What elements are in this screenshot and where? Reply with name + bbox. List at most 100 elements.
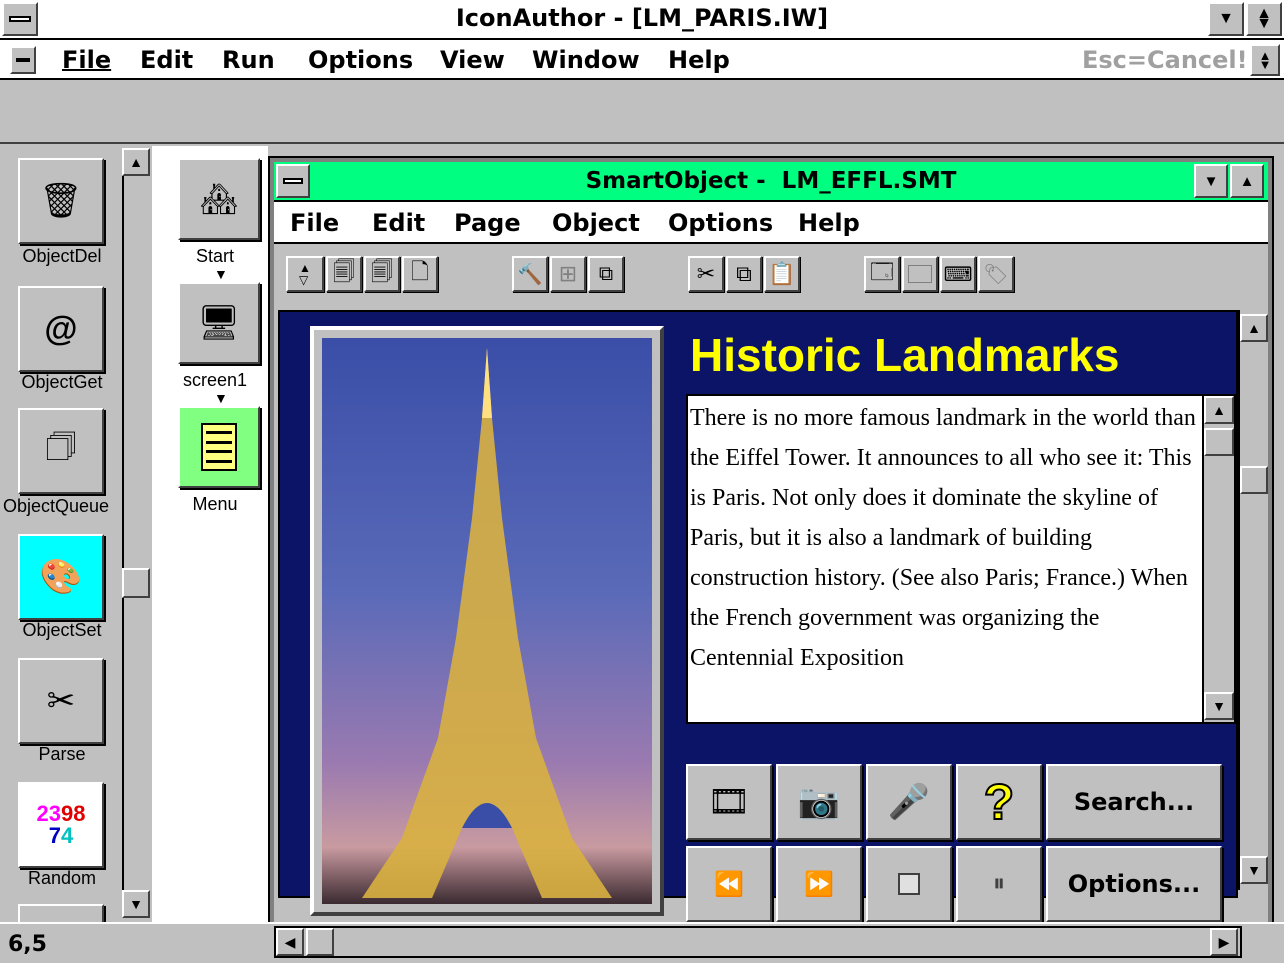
- scroll-up-button[interactable]: ▲: [1204, 396, 1234, 424]
- copy-button[interactable]: ⧉: [726, 256, 762, 292]
- paste-button[interactable]: 📋: [764, 256, 800, 292]
- palette-label: Parse: [38, 744, 86, 764]
- up-arrow-icon: ▲: [1212, 402, 1226, 418]
- content-heading: Historic Landmarks: [690, 329, 1120, 381]
- rewind-button[interactable]: ⏪: [686, 846, 772, 922]
- grid-disabled-button[interactable]: ⊞: [550, 256, 586, 292]
- flow-menu-node[interactable]: [178, 406, 260, 488]
- scroll-thumb[interactable]: [122, 568, 150, 598]
- stop-media-button[interactable]: [866, 846, 952, 922]
- scroll-thumb[interactable]: [1204, 428, 1234, 456]
- so-menu-edit[interactable]: Edit: [372, 209, 425, 237]
- scroll-left-button[interactable]: ◀: [276, 928, 304, 956]
- microphone-button[interactable]: 🎤: [866, 764, 952, 840]
- smartobject-vscrollbar[interactable]: ▲ ▼: [1238, 310, 1268, 890]
- object-tools-button[interactable]: 🔨: [512, 256, 548, 292]
- new-page-button[interactable]: 🗋: [402, 256, 438, 292]
- keyboard-button[interactable]: ⌨: [940, 256, 976, 292]
- microphone-icon: 🎤: [887, 783, 931, 821]
- restore-icon: ▲ ▼: [1258, 48, 1272, 72]
- search-button[interactable]: Search...: [1046, 764, 1222, 840]
- pause-button[interactable]: ⏸: [956, 846, 1042, 922]
- scroll-down-button[interactable]: ▼: [1240, 856, 1268, 884]
- palette-next-button[interactable]: [18, 904, 104, 924]
- scroll-down-button[interactable]: ▼: [122, 890, 150, 918]
- fast-forward-button[interactable]: ⏩: [776, 846, 862, 922]
- blank-icon: [908, 265, 932, 283]
- film-reel-button[interactable]: 🎞: [686, 764, 772, 840]
- menu-file[interactable]: File: [62, 46, 111, 74]
- arrange-button[interactable]: ⧉: [588, 256, 624, 292]
- minimize-button[interactable]: ▼: [1208, 2, 1244, 36]
- doc-restore-button[interactable]: ▲ ▼: [1250, 44, 1280, 76]
- document-system-menu-button[interactable]: [10, 46, 36, 74]
- copy-icon: ⧉: [736, 261, 752, 286]
- so-menu-page[interactable]: Page: [454, 209, 521, 237]
- menu-run[interactable]: Run: [222, 46, 275, 74]
- duplicate-page-button[interactable]: 🗐: [364, 256, 400, 292]
- flow-screen1-node[interactable]: 🖥: [178, 282, 260, 364]
- main-toolbar: + − 🏃 🏃 STOP 🔍 ? @ ⊞ 📋 🗑: [0, 82, 1284, 206]
- menu-view[interactable]: View: [440, 46, 505, 74]
- content-text-box: There is no more famous landmark in the …: [686, 394, 1236, 724]
- status-coordinates: 6,5: [8, 932, 47, 957]
- paste-icon: 📋: [768, 261, 796, 286]
- menu-edit[interactable]: Edit: [140, 46, 193, 74]
- properties-button[interactable]: 🗔: [864, 256, 900, 292]
- down-arrow-icon: ▼: [1212, 698, 1226, 714]
- down-arrow-icon: ▼: [1203, 172, 1219, 190]
- palette-objectset-button[interactable]: 🎨: [18, 534, 104, 620]
- scroll-thumb[interactable]: [1240, 466, 1268, 494]
- duplicate-pages-icon: 🗐: [371, 259, 393, 284]
- camera-icon: 📷: [797, 783, 841, 821]
- stop-square-icon: [898, 873, 920, 895]
- camera-button[interactable]: 📷: [776, 764, 862, 840]
- menu-options[interactable]: Options: [308, 46, 413, 74]
- palette-random-button[interactable]: 2398 74: [18, 782, 104, 868]
- so-menu-help[interactable]: Help: [798, 209, 860, 237]
- restore-button[interactable]: ▲ ▼: [1246, 2, 1282, 36]
- palette-objectdel-button[interactable]: 🗑: [18, 158, 104, 244]
- palette-scrollbar[interactable]: ▲ ▼: [122, 148, 150, 918]
- doc-system-menu-icon: [16, 58, 30, 62]
- smartobject-menu-bar: File Edit Page Object Options Help: [274, 202, 1268, 244]
- cut-button[interactable]: ✂: [688, 256, 724, 292]
- palette-label: ObjectDel: [22, 246, 102, 266]
- main-hscrollbar[interactable]: ◀ ▶: [274, 926, 1242, 958]
- down-arrow-icon: ▼: [1218, 10, 1234, 27]
- scroll-up-button[interactable]: ▲: [1240, 314, 1268, 342]
- scroll-right-button[interactable]: ▶: [1210, 928, 1238, 956]
- menu-window[interactable]: Window: [532, 46, 640, 74]
- copy-page-button[interactable]: 🗐: [326, 256, 362, 292]
- help-question-button[interactable]: ?: [956, 764, 1042, 840]
- options-button[interactable]: Options...: [1046, 846, 1222, 922]
- smartobject-minimize-button[interactable]: ▼: [1194, 164, 1228, 198]
- palette-objectget-button[interactable]: @: [18, 286, 104, 372]
- palette-label: Random: [27, 868, 97, 888]
- smartobject-maximize-button[interactable]: ▲: [1230, 164, 1264, 198]
- blank-disabled-button[interactable]: [902, 256, 938, 292]
- pause-icon: ⏸: [993, 870, 1005, 897]
- up-arrow-icon: ▲: [1247, 320, 1261, 336]
- flow-start-node[interactable]: 🏘: [178, 158, 260, 240]
- tag-disabled-button[interactable]: 🏷: [978, 256, 1014, 292]
- scroll-thumb[interactable]: [306, 928, 334, 956]
- page-up-down-button[interactable]: ▲ ▽: [286, 256, 324, 292]
- scroll-up-button[interactable]: ▲: [122, 148, 150, 176]
- so-menu-object[interactable]: Object: [552, 209, 640, 237]
- grid-disabled-icon: ⊞: [558, 261, 578, 286]
- palette-parse-button[interactable]: ✂: [18, 658, 104, 744]
- up-down-arrows-icon: ▲ ▽: [299, 261, 311, 287]
- palette-objectqueue-button[interactable]: 🗇: [18, 408, 104, 494]
- text-scrollbar[interactable]: ▲ ▼: [1202, 396, 1234, 722]
- rewind-icon: ⏪: [714, 870, 744, 898]
- so-menu-options[interactable]: Options: [668, 209, 773, 237]
- main-menu-bar: File Edit Run Options View Window Help E…: [0, 40, 1284, 80]
- menu-help[interactable]: Help: [668, 46, 730, 74]
- smartobject-window: SmartObject - LM_EFFL.SMT ▼ ▲ File Edit …: [268, 156, 1274, 930]
- up-arrow-icon: ▲: [1239, 172, 1255, 190]
- scroll-down-button[interactable]: ▼: [1204, 692, 1234, 720]
- tools-icon: 🔨: [517, 263, 543, 286]
- so-menu-file[interactable]: File: [290, 209, 339, 237]
- smartobject-toolbar: ▲ ▽ 🗐 🗐 🗋 🔨 ⊞ ⧉ ✂ ⧉ 📋 🗔 ⌨ 🏷: [274, 246, 1268, 308]
